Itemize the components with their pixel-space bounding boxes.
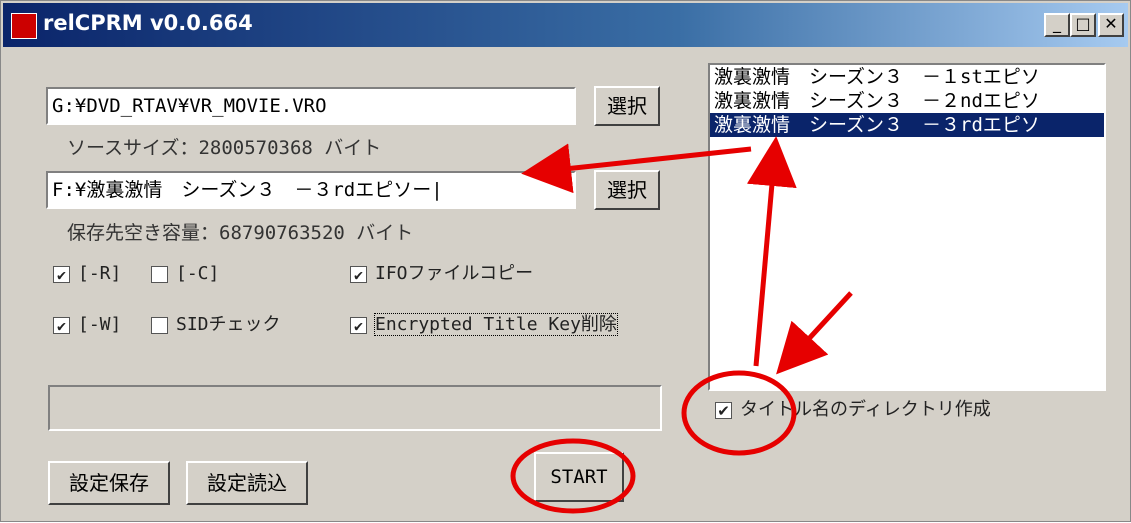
close-button[interactable]: ✕ [1098,13,1124,37]
create-title-directory-checkbox[interactable]: ✔ タイトル名のディレクトリ作成 [715,398,991,422]
window-title: relCPRM v0.0.664 [43,11,253,35]
dest-browse-button[interactable]: 選択 [594,170,660,210]
option-sid-check-checkbox[interactable]: SIDチェック [151,313,281,337]
checkbox-mark-icon [151,316,168,334]
minimize-button[interactable]: _ [1044,13,1070,37]
checkbox-mark-icon [151,265,168,283]
start-button[interactable]: START [534,452,624,502]
title-listbox[interactable]: 激裏激情 シーズン３ －１stエピソ 激裏激情 シーズン３ －２ndエピソ 激裏… [708,63,1106,391]
list-item[interactable]: 激裏激情 シーズン３ －３rdエピソ [710,113,1104,137]
app-icon [11,13,37,39]
dest-path-field[interactable]: F:¥激裏激情 シーズン３ －３rdエピソー| [46,171,576,209]
checkbox-mark-icon: ✔ [53,265,70,283]
save-settings-button[interactable]: 設定保存 [48,461,170,505]
option-ifo-copy-checkbox[interactable]: ✔ IFOファイルコピー [350,262,533,286]
maximize-button[interactable]: □ [1070,13,1096,37]
title-bar[interactable]: relCPRM v0.0.664 _ □ ✕ [3,3,1128,47]
list-item[interactable]: 激裏激情 シーズン３ －２ndエピソ [710,89,1104,113]
option-r-checkbox[interactable]: ✔ [-R] [53,262,121,286]
checkbox-mark-icon: ✔ [350,265,367,283]
dest-free-space-label: 保存先空き容量：68790763520 バイト [67,222,414,244]
load-settings-button[interactable]: 設定読込 [186,461,308,505]
source-size-label: ソースサイズ：2800570368 バイト [67,137,382,159]
checkbox-mark-icon: ✔ [350,316,367,334]
checkbox-mark-icon: ✔ [53,316,70,334]
checkbox-mark-icon: ✔ [715,401,732,419]
option-c-checkbox[interactable]: [-C] [151,262,219,286]
option-encrypted-key-delete-checkbox[interactable]: ✔ Encrypted Title Key削除 [350,313,618,337]
source-browse-button[interactable]: 選択 [594,86,660,126]
progress-bar [48,385,662,431]
app-window: relCPRM v0.0.664 _ □ ✕ G:¥DVD_RTAV¥VR_MO… [0,0,1131,522]
list-item[interactable]: 激裏激情 シーズン３ －１stエピソ [710,65,1104,89]
source-path-field[interactable]: G:¥DVD_RTAV¥VR_MOVIE.VRO [46,87,576,125]
option-w-checkbox[interactable]: ✔ [-W] [53,313,121,337]
